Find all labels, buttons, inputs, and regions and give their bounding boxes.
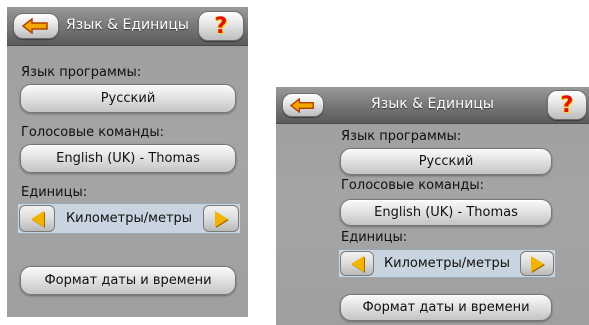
screen-title: Язык & Единицы xyxy=(371,96,494,112)
units-label: Единицы: xyxy=(21,185,88,200)
help-button[interactable]: ? xyxy=(198,11,244,41)
units-label: Единицы: xyxy=(341,230,408,245)
arrow-right-icon xyxy=(214,210,228,227)
units-prev-button[interactable] xyxy=(19,205,55,232)
program-language-label: Язык программы: xyxy=(21,65,142,80)
units-value: Километры/метры xyxy=(383,256,511,271)
units-next-button[interactable] xyxy=(520,251,554,276)
help-button[interactable]: ? xyxy=(547,90,587,120)
date-time-format-label: Формат даты и времени xyxy=(44,273,212,288)
units-next-button[interactable] xyxy=(203,205,239,232)
voice-commands-button[interactable]: English (UK) - Thomas xyxy=(340,199,552,226)
arrow-right-icon xyxy=(530,255,544,272)
date-time-format-button[interactable]: Формат даты и времени xyxy=(20,266,236,295)
arrow-left-icon xyxy=(350,255,364,272)
date-time-format-label: Формат даты и времени xyxy=(362,300,530,315)
voice-commands-label: Голосовые команды: xyxy=(21,125,165,140)
title-bar: Язык & Единицы ? xyxy=(7,7,248,46)
date-time-format-button[interactable]: Формат даты и времени xyxy=(340,294,552,321)
units-prev-button[interactable] xyxy=(340,251,374,276)
voice-commands-label: Голосовые команды: xyxy=(341,178,485,193)
units-value: Километры/метры xyxy=(65,211,193,226)
settings-screen-large: Язык & Единицы ? Язык программы: Русский… xyxy=(7,7,248,317)
program-language-value: Русский xyxy=(418,154,474,169)
help-question-icon: ? xyxy=(560,92,574,118)
help-question-icon: ? xyxy=(214,13,228,39)
program-language-button[interactable]: Русский xyxy=(340,148,552,175)
program-language-value: Русский xyxy=(100,91,156,106)
program-language-label: Язык программы: xyxy=(341,129,462,144)
settings-screen-small: Язык & Единицы ? Язык программы: Русский… xyxy=(276,87,589,325)
voice-commands-value: English (UK) - Thomas xyxy=(374,205,518,220)
units-selector: Километры/метры xyxy=(17,203,241,234)
title-bar: Язык & Единицы ? xyxy=(276,87,589,124)
voice-commands-button[interactable]: English (UK) - Thomas xyxy=(20,144,236,173)
voice-commands-value: English (UK) - Thomas xyxy=(56,151,200,166)
program-language-button[interactable]: Русский xyxy=(20,84,236,113)
units-selector: Километры/метры xyxy=(338,249,556,278)
arrow-left-icon xyxy=(30,210,44,227)
